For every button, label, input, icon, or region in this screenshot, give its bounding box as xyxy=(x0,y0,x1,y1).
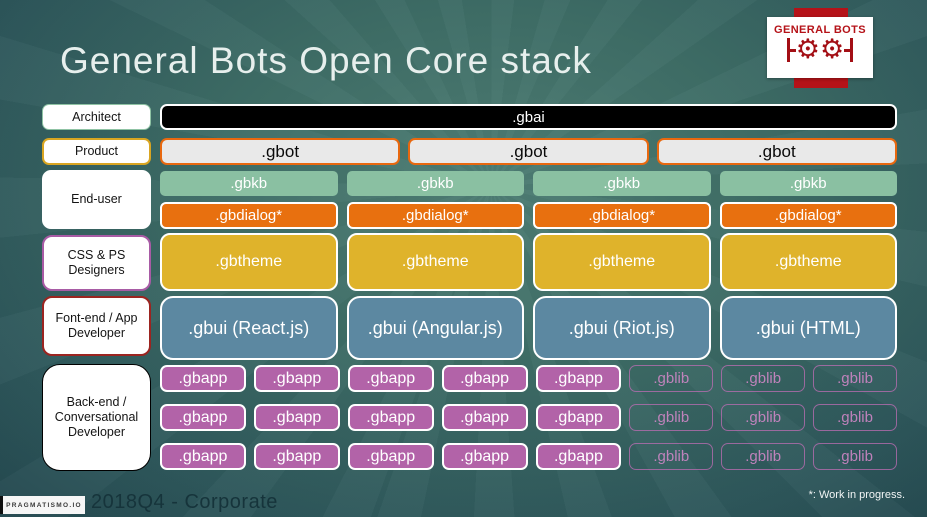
gbapp-box: .gbapp xyxy=(441,365,528,392)
gbtheme-box: .gbtheme xyxy=(719,233,897,291)
footer-edition-label: 2018Q4 - Corporate xyxy=(91,491,278,513)
gbapp-row-1: .gbapp .gbapp .gbapp .gbapp .gbapp .gbli… xyxy=(160,365,897,392)
gbai-row: .gbai xyxy=(160,104,897,130)
gblib-box: .gblib xyxy=(813,443,897,470)
gbkb-row: .gbkb .gbkb .gbkb .gbkb xyxy=(160,171,897,196)
gbot-box: .gbot xyxy=(160,138,401,165)
gbapp-box: .gbapp xyxy=(347,443,434,470)
gbapp-row-3: .gbapp .gbapp .gbapp .gbapp .gbapp .gbli… xyxy=(160,443,897,470)
gear-icon: ⚙ xyxy=(820,34,845,65)
gbapp-box: .gbapp xyxy=(535,443,622,470)
gbui-html-box: .gbui (HTML) xyxy=(719,296,897,360)
gbai-box: .gbai xyxy=(160,104,897,130)
gbdialog-box: .gbdialog* xyxy=(160,202,338,229)
gbui-riot-box: .gbui (Riot.js) xyxy=(533,296,711,360)
gbapp-box: .gbapp xyxy=(441,404,528,431)
gbdialog-box: .gbdialog* xyxy=(346,202,524,229)
gblib-box: .gblib xyxy=(813,404,897,431)
gbkb-box: .gbkb xyxy=(346,171,524,196)
gblib-box: .gblib xyxy=(721,365,806,392)
gbapp-box: .gbapp xyxy=(160,443,246,470)
gbapp-box: .gbapp xyxy=(535,404,622,431)
gbtheme-row: .gbtheme .gbtheme .gbtheme .gbtheme xyxy=(160,233,897,291)
general-bots-logo: GENERAL BOTS ⚙ ⚙ xyxy=(767,17,873,78)
gblib-box: .gblib xyxy=(721,404,806,431)
gbapp-box: .gbapp xyxy=(347,404,434,431)
gblib-box: .gblib xyxy=(813,365,897,392)
gbdialog-box: .gbdialog* xyxy=(533,202,711,229)
gbot-box: .gbot xyxy=(656,138,897,165)
pragmatismo-wordmark: PRAGMATISMO.IO xyxy=(6,501,82,509)
gblib-box: .gblib xyxy=(629,404,714,431)
gbdialog-row: .gbdialog* .gbdialog* .gbdialog* .gbdial… xyxy=(160,202,897,229)
gbapp-box: .gbapp xyxy=(253,365,340,392)
gbapp-box: .gbapp xyxy=(253,443,340,470)
gbui-row: .gbui (React.js) .gbui (Angular.js) .gbu… xyxy=(160,296,897,360)
gbtheme-box: .gbtheme xyxy=(346,233,524,291)
gear-icon: ⚙ xyxy=(795,34,820,65)
work-in-progress-note: *: Work in progress. xyxy=(808,489,905,501)
gbkb-box: .gbkb xyxy=(719,171,897,196)
gears-icon: ⚙ ⚙ xyxy=(786,34,854,65)
row-label-back-end-developer: Back-end / Conversational Developer xyxy=(42,364,151,471)
gbui-react-box: .gbui (React.js) xyxy=(160,296,338,360)
gbapp-box: .gbapp xyxy=(347,365,434,392)
gblib-box: .gblib xyxy=(721,443,806,470)
row-label-css-ps-designers: CSS & PS Designers xyxy=(42,235,151,291)
gear-end-bar-icon xyxy=(850,38,854,62)
gbapp-row-2: .gbapp .gbapp .gbapp .gbapp .gbapp .gbli… xyxy=(160,404,897,431)
row-label-architect: Architect xyxy=(42,104,151,130)
gbkb-box: .gbkb xyxy=(160,171,338,196)
gbapp-box: .gbapp xyxy=(441,443,528,470)
slide-title: General Bots Open Core stack xyxy=(60,40,592,81)
gbtheme-box: .gbtheme xyxy=(533,233,711,291)
gbkb-box: .gbkb xyxy=(533,171,711,196)
gbdialog-box: .gbdialog* xyxy=(719,202,897,229)
pragmatismo-logo: PRAGMATISMO.IO xyxy=(0,496,85,514)
gblib-box: .gblib xyxy=(629,365,714,392)
gbapp-box: .gbapp xyxy=(253,404,340,431)
gblib-box: .gblib xyxy=(629,443,714,470)
gbot-row: .gbot .gbot .gbot xyxy=(160,138,897,165)
gbapp-box: .gbapp xyxy=(535,365,622,392)
gbot-box: .gbot xyxy=(408,138,649,165)
row-label-front-end-developer: Font-end / App Developer xyxy=(42,296,151,356)
gbui-angular-box: .gbui (Angular.js) xyxy=(346,296,524,360)
gbapp-box: .gbapp xyxy=(160,404,246,431)
gbtheme-box: .gbtheme xyxy=(160,233,338,291)
row-label-end-user: End-user xyxy=(42,170,151,229)
row-label-product: Product xyxy=(42,138,151,165)
slide-canvas: General Bots Open Core stack GENERAL BOT… xyxy=(0,0,927,517)
gbapp-box: .gbapp xyxy=(160,365,246,392)
